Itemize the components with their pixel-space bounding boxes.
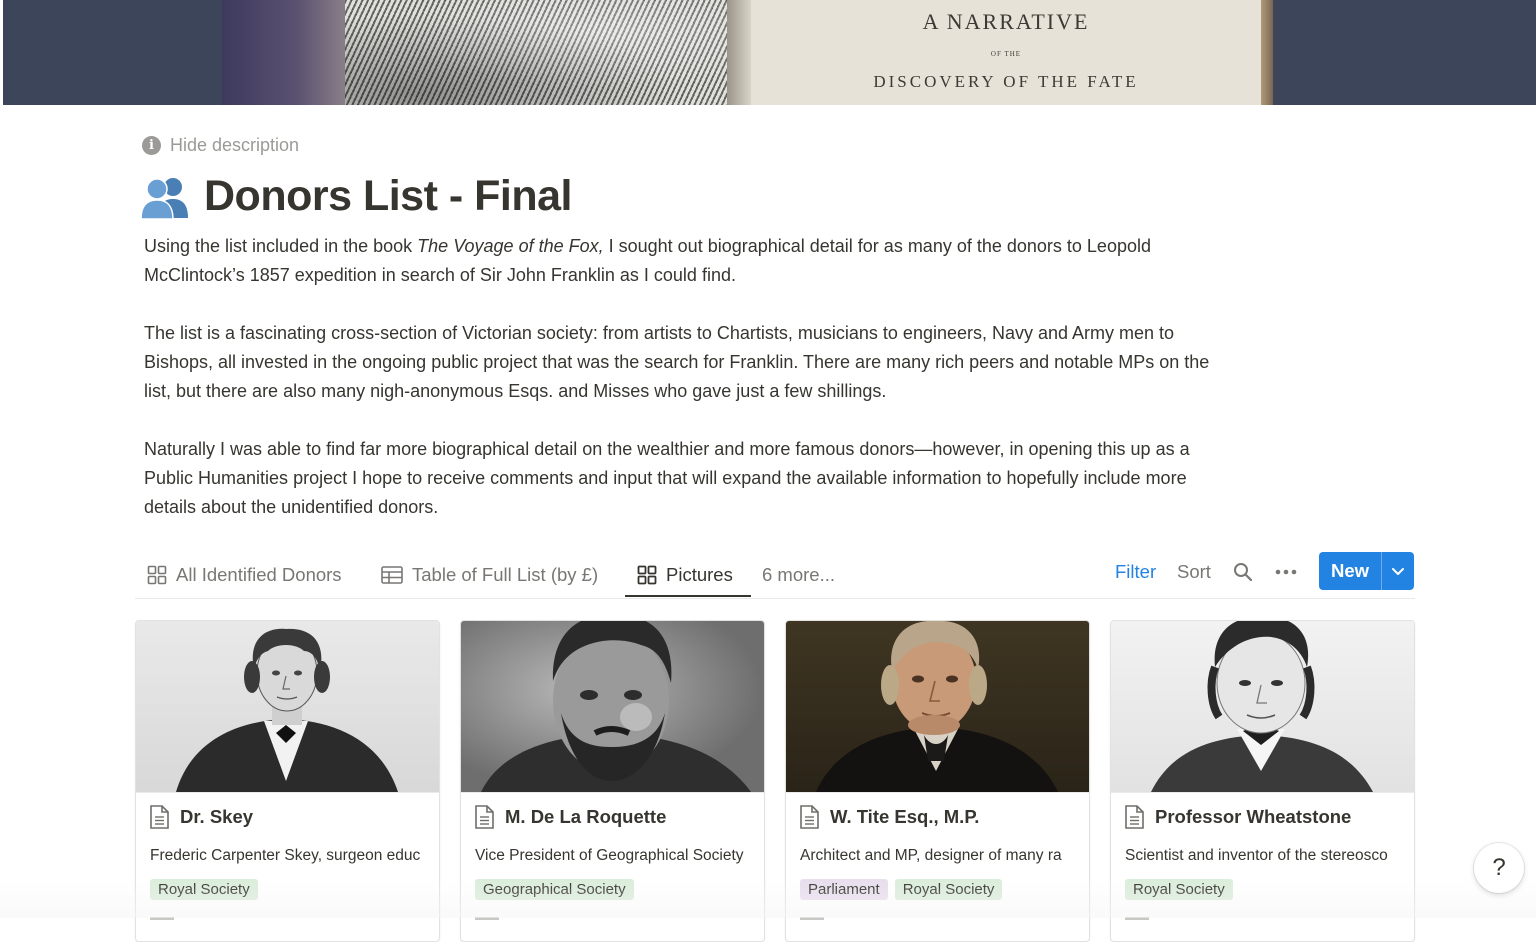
new-dropdown-button[interactable] <box>1382 552 1414 590</box>
gallery-card[interactable]: Dr. Skey Frederic Carpenter Skey, surgeo… <box>135 620 440 942</box>
book-gutter <box>727 0 751 105</box>
card-name: Professor Wheatstone <box>1155 806 1352 827</box>
active-tab-indicator <box>625 595 751 597</box>
tag-parliament: Parliament <box>800 879 888 900</box>
help-icon: ? <box>1492 854 1506 881</box>
card-name: M. De La Roquette <box>505 806 667 827</box>
card-tags: Royal Society <box>150 879 258 900</box>
cover-image[interactable]: A NARRATIVE OF THE DISCOVERY OF THE FATE <box>0 0 1536 105</box>
gallery-card[interactable]: W. Tite Esq., M.P. Architect and MP, des… <box>785 620 1090 942</box>
description-paragraph-3: Naturally I was able to find far more bi… <box>144 439 1190 517</box>
new-button[interactable]: New <box>1319 552 1381 590</box>
card-tags: Royal Society <box>1125 879 1233 900</box>
page-description[interactable]: Using the list included in the book The … <box>144 232 1224 551</box>
search-icon <box>1234 563 1253 582</box>
tab-table-of-full-list[interactable]: Table of Full List (by £) <box>381 552 598 597</box>
engraving-shade <box>345 0 727 105</box>
title-page: A NARRATIVE OF THE DISCOVERY OF THE FATE <box>751 0 1261 105</box>
title-page-line-3: DISCOVERY OF THE FATE <box>873 72 1139 91</box>
portrait-image <box>1111 621 1414 793</box>
card-extra-property <box>1125 917 1149 920</box>
hide-description-label: Hide description <box>170 135 300 155</box>
title-page-line-2: OF THE <box>990 50 1022 58</box>
card-description: Scientist and inventor of the stereosco <box>1125 847 1388 864</box>
tag-royal-society: Royal Society <box>150 879 258 900</box>
cover-edge <box>0 0 3 105</box>
description-paragraph-2: The list is a fascinating cross-section … <box>144 323 1210 401</box>
title-page-line-1: A NARRATIVE <box>922 9 1090 34</box>
tag-royal-society: Royal Society <box>894 879 1003 900</box>
card-extra-property <box>150 917 174 920</box>
sort-button[interactable]: Sort <box>1177 552 1211 592</box>
card-name: W. Tite Esq., M.P. <box>830 806 980 827</box>
more-options-button[interactable] <box>1275 552 1297 592</box>
page-icon <box>1125 805 1144 829</box>
page-title-row: Donors List - Final <box>140 172 572 221</box>
description-paragraph-1: Using the list included in the book The … <box>144 232 1224 290</box>
page-icon <box>475 805 494 829</box>
gallery-card[interactable]: M. De La Roquette Vice President of Geog… <box>460 620 765 942</box>
tab-label: Table of Full List (by £) <box>412 563 599 585</box>
card-description: Vice President of Geographical Society <box>475 847 744 864</box>
hide-description-button[interactable]: i Hide description <box>142 135 299 156</box>
description-p1-start: Using the list included in the book <box>144 236 418 256</box>
card-title-row: W. Tite Esq., M.P. <box>799 805 979 829</box>
more-views-button[interactable]: 6 more... <box>762 552 835 597</box>
people-icon[interactable] <box>140 174 190 220</box>
gallery-icon <box>637 565 657 584</box>
card-title-row: Dr. Skey <box>149 805 253 829</box>
book-title: The Voyage of the Fox, <box>417 236 604 256</box>
search-button[interactable] <box>1233 552 1253 592</box>
card-tags: Geographical Society <box>475 879 634 900</box>
page-edge <box>1261 0 1273 105</box>
tab-all-identified-donors[interactable]: All Identified Donors <box>147 552 342 597</box>
portrait-image <box>786 621 1089 793</box>
page-icon <box>150 805 169 829</box>
tab-label: All Identified Donors <box>176 563 342 585</box>
card-tags: Parliament Royal Society <box>800 879 1003 900</box>
book-spine <box>222 0 346 105</box>
ellipsis-icon <box>1275 569 1297 575</box>
portrait-image <box>136 621 439 793</box>
card-name: Dr. Skey <box>180 806 254 827</box>
table-icon <box>381 565 403 584</box>
tab-label: Pictures <box>666 563 733 585</box>
card-description: Frederic Carpenter Skey, surgeon educ <box>150 847 421 864</box>
new-button-group: New <box>1319 552 1414 590</box>
page-icon <box>800 805 819 829</box>
card-description: Architect and MP, designer of many ra <box>800 847 1062 864</box>
database-view-bar: All Identified Donors Table of Full List… <box>135 552 1415 599</box>
info-icon: i <box>142 136 161 155</box>
tag-royal-society: Royal Society <box>1125 879 1233 900</box>
portrait-image <box>461 621 764 793</box>
filter-button[interactable]: Filter <box>1115 552 1156 592</box>
help-button[interactable]: ? <box>1474 843 1524 893</box>
card-extra-property <box>800 917 824 920</box>
gallery-icon <box>147 565 167 584</box>
page-title[interactable]: Donors List - Final <box>204 172 572 221</box>
chevron-down-icon <box>1392 567 1404 575</box>
card-title-row: M. De La Roquette <box>474 805 666 829</box>
tab-pictures[interactable]: Pictures <box>637 552 733 597</box>
gallery-card[interactable]: Professor Wheatstone Scientist and inven… <box>1110 620 1415 942</box>
tag-geographical-society: Geographical Society <box>475 879 634 900</box>
card-title-row: Professor Wheatstone <box>1124 805 1351 829</box>
card-extra-property <box>475 917 499 920</box>
